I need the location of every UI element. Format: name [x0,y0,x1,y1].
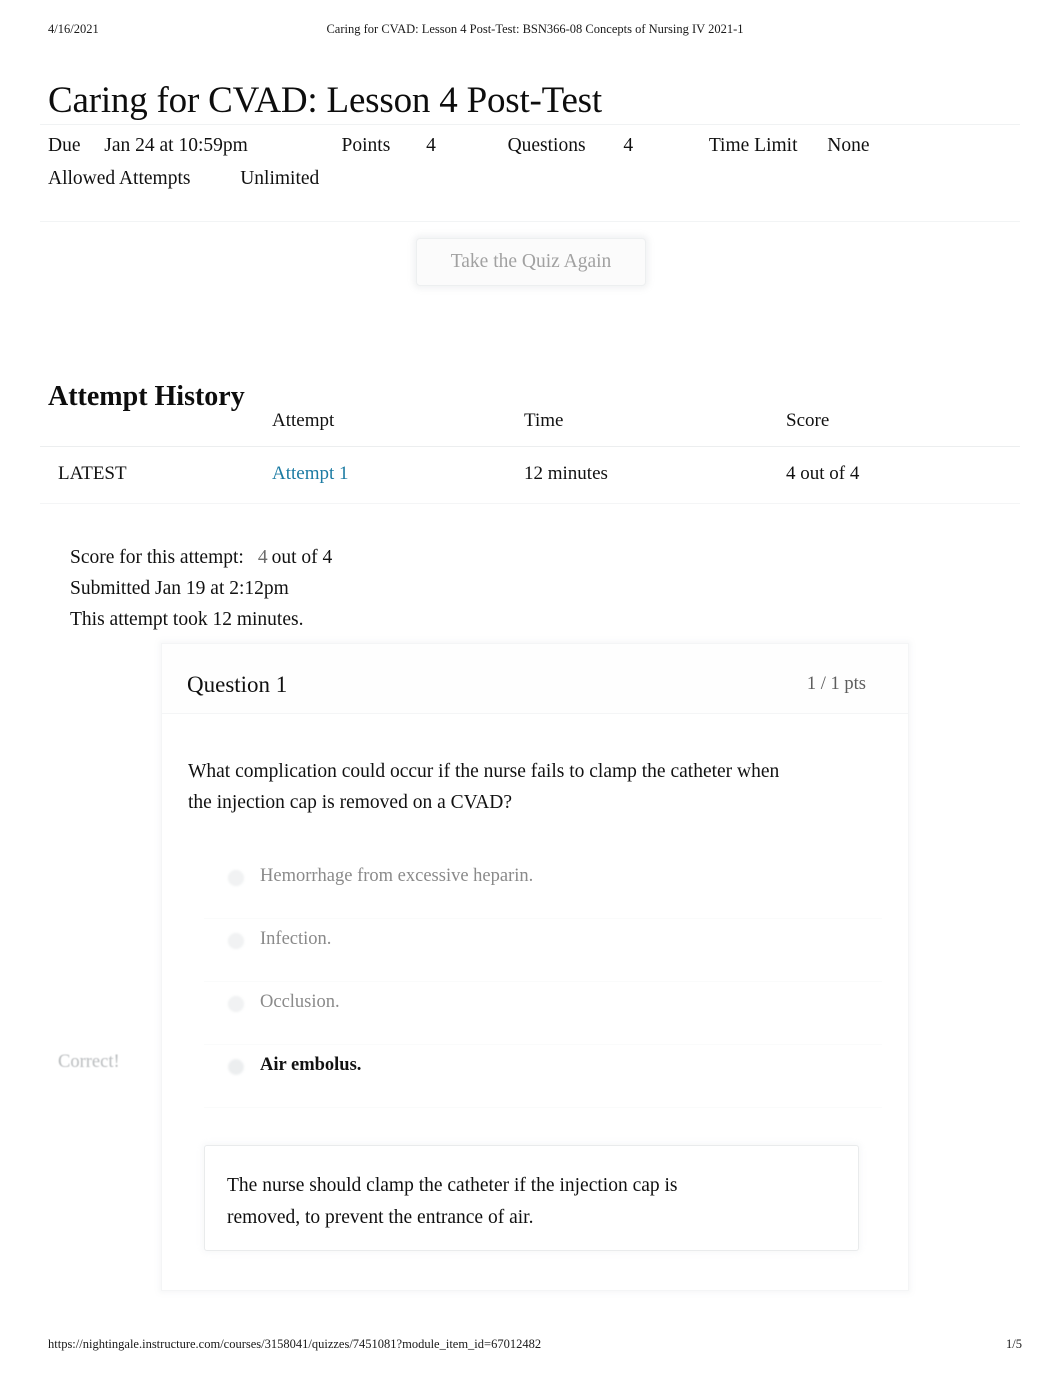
page-title: Caring for CVAD: Lesson 4 Post-Test [48,79,602,121]
score-suffix: out of 4 [271,547,333,568]
radio-button-icon[interactable] [228,870,244,886]
attempt-time: 12 minutes [524,446,786,504]
score-label: Score for this attempt: [70,547,244,568]
take-quiz-again-container: Take the Quiz Again [0,238,1062,286]
column-header-kept [40,408,272,447]
column-header-attempt: Attempt [272,408,524,447]
question-text: What complication could occur if the nur… [188,761,780,813]
questions-value: 4 [623,135,634,156]
attempt-score: 4 out of 4 [786,446,1020,504]
duration-line: This attempt took 12 minutes. [70,609,304,630]
question-header: Question 1 1 / 1 pts [162,644,908,714]
score-value: 4 [257,547,268,568]
print-document-title: Caring for CVAD: Lesson 4 Post-Test: BSN… [326,22,744,36]
answer-option-label: Infection. [260,929,332,949]
quiz-metadata-row-1: Due Jan 24 at 10:59pm Points 4 Questions… [48,129,1012,162]
question-title: Question 1 [187,672,288,697]
answer-option-label: Occlusion. [260,992,340,1012]
question-points: 1 / 1 pts [806,674,866,694]
score-summary: Score for this attempt: 4 out of 4 Submitt… [70,542,332,635]
footer-page-number: 1/5 [1006,1337,1022,1351]
footer-url: https://nightingale.instructure.com/cour… [48,1337,542,1351]
correct-answer-marker: Correct! [58,1052,120,1072]
answer-option-4[interactable]: Air embolus. [204,1045,882,1108]
attempt-1-link[interactable]: Attempt 1 [272,463,349,484]
questions-label: Questions [507,135,586,156]
print-footer: https://nightingale.instructure.com/cour… [48,1337,1022,1355]
quiz-metadata-row-2: Allowed Attempts Unlimited [48,162,1012,195]
table-row: LATEST Attempt 1 12 minutes 4 out of 4 [40,446,1020,504]
score-for-attempt-line: Score for this attempt: 4 out of 4 [70,542,332,573]
points-label: Points [341,135,391,156]
due-label: Due [48,135,81,156]
answer-option-1[interactable]: Hemorrhage from excessive heparin. [204,856,882,919]
due-value: Jan 24 at 10:59pm [104,135,248,156]
print-header: 4/16/2021 Caring for CVAD: Lesson 4 Post… [48,22,1022,42]
answer-option-3[interactable]: Occlusion. [204,982,882,1045]
attempt-history-table: Attempt Time Score LATEST Attempt 1 12 m… [40,408,1020,504]
radio-button-icon-selected[interactable] [228,1059,244,1075]
radio-button-icon[interactable] [228,996,244,1012]
allowed-attempts-label: Allowed Attempts [48,168,191,189]
attempt-cell: Attempt 1 [272,446,524,504]
quiz-metadata: Due Jan 24 at 10:59pm Points 4 Questions… [40,124,1020,222]
points-value: 4 [426,135,436,156]
table-header-row: Attempt Time Score [40,408,1020,447]
submitted-line: Submitted Jan 19 at 2:12pm [70,578,289,599]
column-header-time: Time [524,408,786,447]
question-body: What complication could occur if the nur… [162,714,908,1108]
column-header-score: Score [786,408,1020,447]
allowed-attempts-value: Unlimited [240,168,320,189]
attempt-kept-label: LATEST [40,446,272,504]
answer-feedback-box: The nurse should clamp the catheter if t… [204,1145,859,1251]
answer-option-label: Hemorrhage from excessive heparin. [260,866,534,886]
answer-list: Hemorrhage from excessive heparin. Infec… [188,856,882,1108]
answer-option-2[interactable]: Infection. [204,919,882,982]
take-quiz-again-button[interactable]: Take the Quiz Again [415,238,647,286]
time-limit-value: None [827,135,870,156]
time-limit-label: Time Limit [708,135,798,156]
answer-option-label: Air embolus. [260,1055,362,1075]
answer-feedback-text: The nurse should clamp the catheter if t… [227,1175,678,1228]
radio-button-icon[interactable] [228,933,244,949]
